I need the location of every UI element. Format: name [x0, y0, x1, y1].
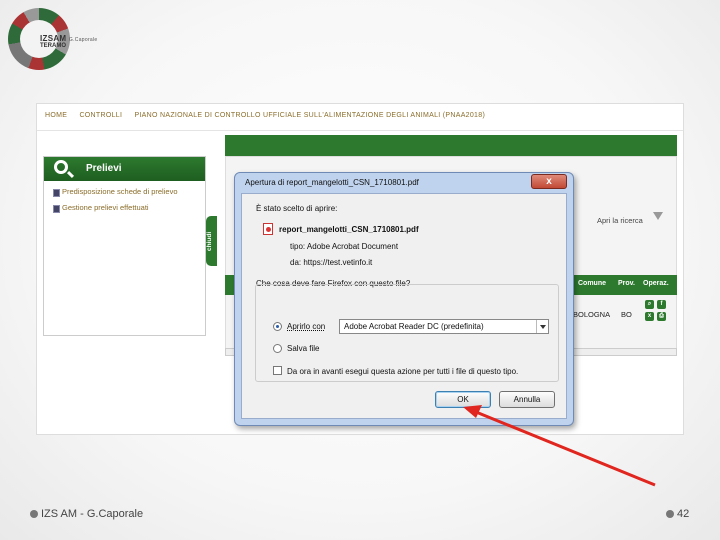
arrow-head [463, 405, 482, 418]
page-number: 42 [677, 508, 690, 520]
arrow-shaft [475, 410, 656, 487]
footer-author: IZS AM - G.Caporale [41, 508, 144, 520]
annotation-arrow [463, 405, 656, 487]
footer-bullet-icon [30, 510, 38, 519]
page-bullet-icon [666, 510, 674, 519]
